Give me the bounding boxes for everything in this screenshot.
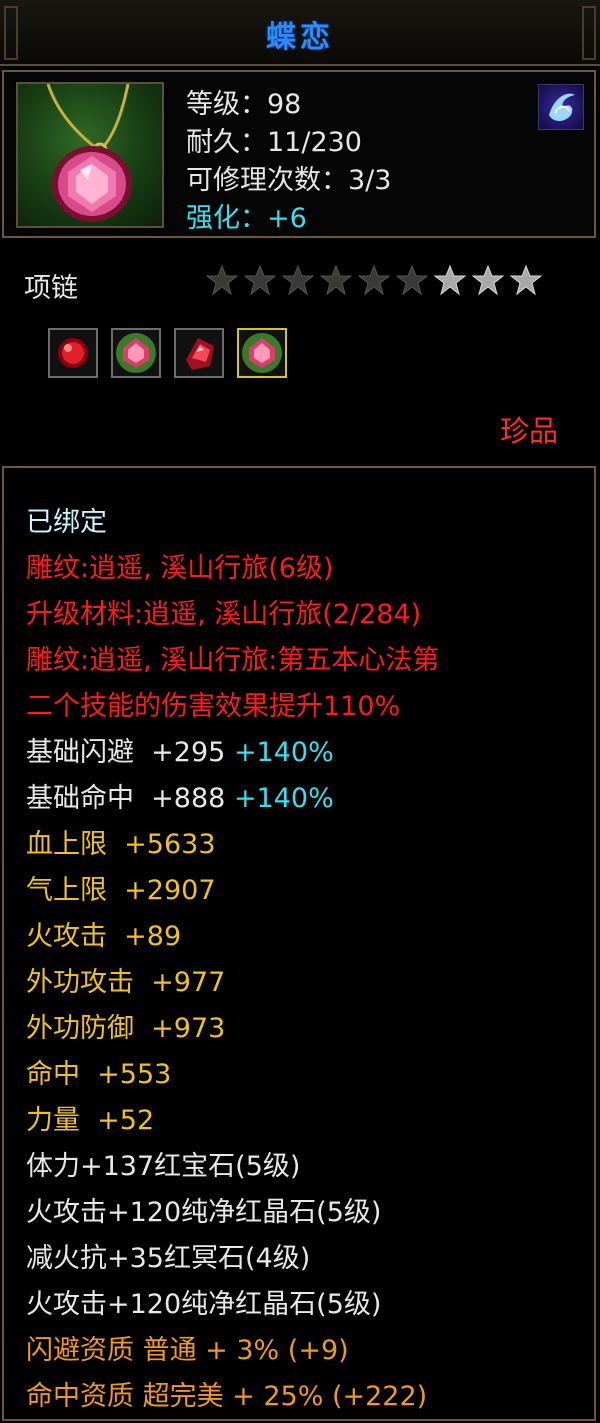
stat-value: +977 [151, 967, 226, 998]
stat-row: 气上限 +2907 [26, 868, 586, 914]
star-empty-icon [510, 264, 542, 296]
item-repairs: 可修理次数：3/3 [186, 165, 392, 196]
stat-label: 外功攻击 [26, 967, 134, 998]
engrave-effect-line: 雕纹:逍遥, 溪山行旅:第五本心法第 [26, 645, 440, 676]
pink-crystal-gem-icon[interactable] [111, 328, 161, 378]
gem-slots [48, 328, 287, 378]
stat-value: +2907 [124, 875, 216, 906]
stat-row: 血上限 +5633 [26, 822, 586, 868]
item-header: 等级：98 耐久：11/230 可修理次数：3/3 强化：+6 [2, 70, 596, 238]
stat-row: 火攻击 +89 [26, 914, 586, 960]
stat-row: 命中 +553 [26, 1052, 586, 1098]
pink-crystal-gem-icon[interactable] [237, 328, 287, 378]
star-filled-icon [320, 264, 352, 296]
stat-label: 命中 [26, 1059, 80, 1090]
rarity-label: 珍品 [499, 414, 558, 448]
star-filled-icon [244, 264, 276, 296]
item-level: 等级：98 [186, 89, 302, 120]
item-type: 项链 [24, 273, 78, 304]
aptitude-row: 闪避资质 普通 + 3% (+9) [26, 1335, 349, 1366]
gem-row: 减火抗+35红冥石(4级) [26, 1243, 311, 1274]
engrave-upgrade-line: 升级材料:逍遥, 溪山行旅(2/284) [26, 599, 422, 630]
stat-value: +553 [97, 1059, 172, 1090]
gem-row: 火攻击+120纯净红晶石(5级) [26, 1197, 382, 1228]
base-stat-bonus: +140% [233, 737, 334, 768]
star-filled-icon [282, 264, 314, 296]
engrave-effect-line-cont: 二个技能的伤害效果提升110% [26, 691, 401, 722]
stat-value: +973 [151, 1013, 226, 1044]
star-filled-icon [396, 264, 428, 296]
base-stat-value: +295 [151, 737, 226, 768]
item-durability: 耐久：11/230 [186, 127, 362, 158]
bound-status: 已绑定 [26, 507, 107, 538]
star-empty-icon [472, 264, 504, 296]
item-name: 蝶恋 [266, 20, 334, 55]
engrave-line: 雕纹:逍遥, 溪山行旅(6级) [26, 553, 334, 584]
stat-label: 血上限 [26, 829, 107, 860]
item-description: 已绑定 雕纹:逍遥, 溪山行旅(6级) 升级材料:逍遥, 溪山行旅(2/284)… [2, 466, 596, 1421]
base-stat-bonus: +140% [233, 783, 334, 814]
base-stat-value: +888 [151, 783, 226, 814]
pendant-necklace-icon [16, 82, 164, 228]
item-enhance: 强化：+6 [186, 203, 307, 234]
school-emblem-icon [538, 84, 584, 130]
star-rating [206, 264, 542, 304]
star-filled-icon [206, 264, 238, 296]
red-crystal-gem-icon[interactable] [174, 328, 224, 378]
base-stat-row: 基础闪避 +295 +140% [26, 730, 586, 776]
ruby-gem-icon[interactable] [48, 328, 98, 378]
stat-label: 力量 [26, 1105, 80, 1136]
star-filled-icon [358, 264, 390, 296]
aptitude-row: 命中资质 超完美 + 25% (+222) [26, 1381, 428, 1412]
stat-row: 外功防御 +973 [26, 1006, 586, 1052]
stat-row: 力量 +52 [26, 1098, 586, 1144]
stat-label: 火攻击 [26, 921, 107, 952]
stat-label: 气上限 [26, 875, 107, 906]
stat-row: 外功攻击 +977 [26, 960, 586, 1006]
gem-row: 体力+137红宝石(5级) [26, 1151, 301, 1182]
base-stat-row: 基础命中 +888 +140% [26, 776, 586, 822]
stat-value: +5633 [124, 829, 216, 860]
stat-value: +52 [97, 1105, 155, 1136]
title-bar: 蝶恋 [0, 0, 600, 66]
gem-row: 火攻击+120纯净红晶石(5级) [26, 1289, 382, 1320]
star-empty-icon [434, 264, 466, 296]
stat-label: 外功防御 [26, 1013, 134, 1044]
stat-value: +89 [124, 921, 182, 952]
base-stat-label: 基础命中 [26, 783, 134, 814]
base-stat-label: 基础闪避 [26, 737, 134, 768]
